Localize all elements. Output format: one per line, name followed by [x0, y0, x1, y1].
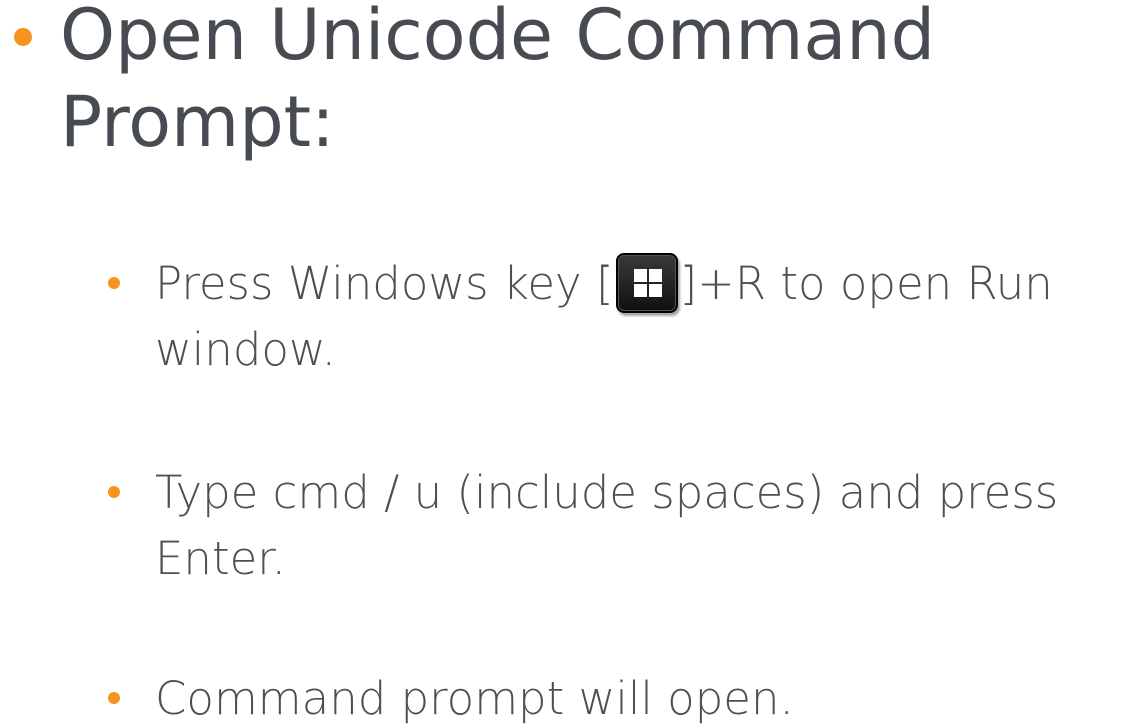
- windows-key-icon: [615, 253, 678, 313]
- slide-title: Open Unicode Command Prompt:: [60, 0, 936, 163]
- list-item: Press Windows key []+R to open Run windo…: [155, 251, 1125, 383]
- item-text-before: Press Windows key [: [155, 257, 614, 310]
- list-bullet: [108, 692, 120, 704]
- title-bullet: [14, 28, 32, 46]
- list-item: Type cmd / u (include spaces) and press …: [155, 466, 1059, 585]
- list-item: Command prompt will open.: [155, 672, 794, 725]
- list-bullet: [108, 277, 120, 289]
- list-bullet: [108, 486, 120, 498]
